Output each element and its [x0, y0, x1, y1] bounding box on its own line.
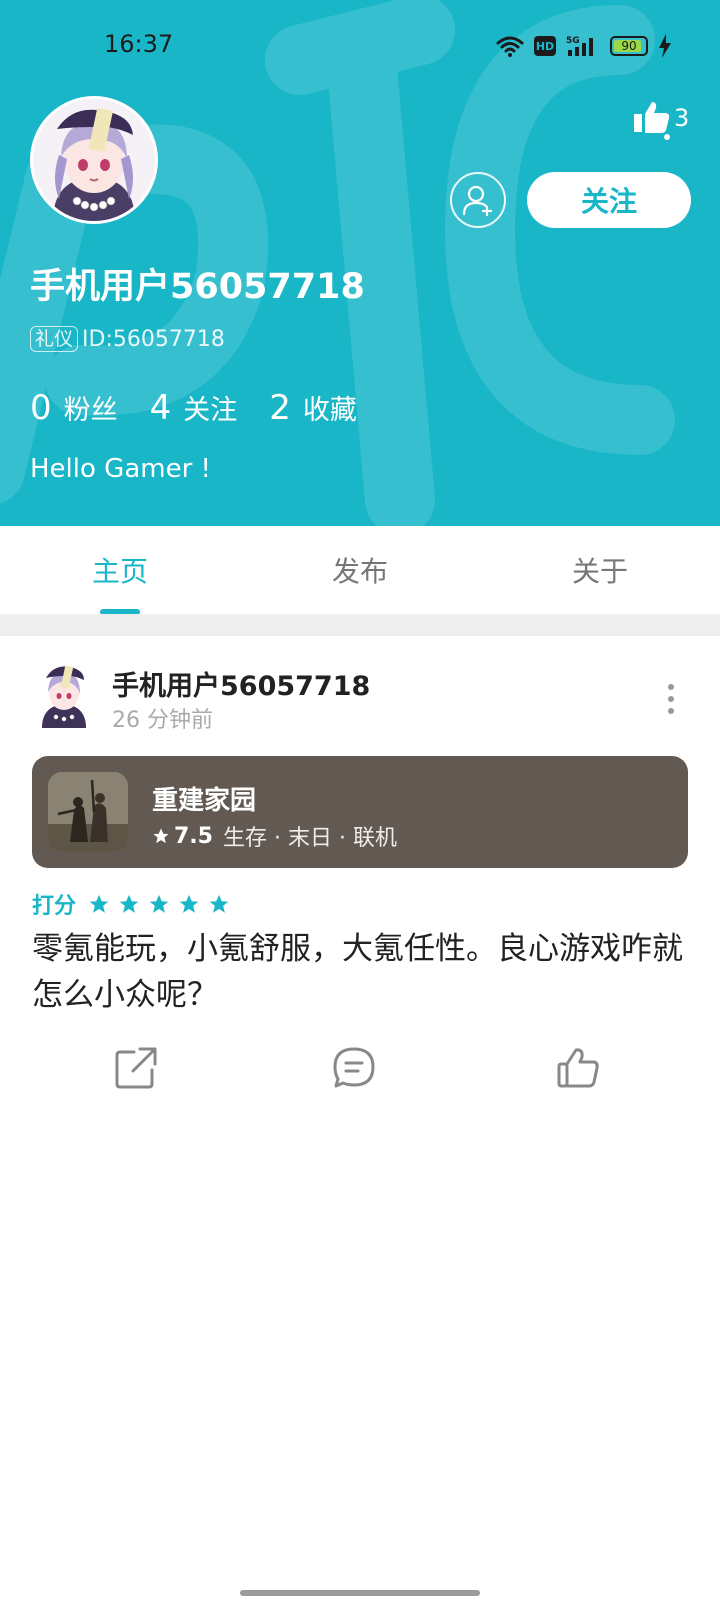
wifi-icon: [496, 36, 524, 57]
stat-following-value: 4: [149, 388, 172, 428]
home-indicator[interactable]: [240, 1590, 480, 1596]
more-options-icon[interactable]: [664, 684, 678, 714]
star-icon: [149, 894, 169, 913]
tab-about[interactable]: 关于: [480, 526, 720, 614]
profile-likes[interactable]: 3: [634, 100, 694, 146]
tab-home[interactable]: 主页: [0, 526, 240, 614]
post-author-name[interactable]: 手机用户56057718: [112, 664, 370, 703]
thumbs-up-icon: [634, 102, 670, 133]
add-user-icon: [462, 185, 493, 217]
profile-stats: 0 粉丝 4 关注 2 收藏: [30, 388, 357, 428]
game-cover-image: [48, 772, 128, 852]
post-avatar-illustration: [42, 665, 86, 728]
add-friend-button[interactable]: [450, 172, 506, 228]
game-tags: 生存 · 末日 · 联机: [222, 826, 397, 851]
follow-button[interactable]: 关注: [527, 172, 691, 228]
charging-icon: [659, 34, 671, 58]
game-meta: 7.5 生存 · 末日 · 联机: [152, 820, 397, 852]
tab-posts[interactable]: 发布: [240, 526, 480, 614]
stat-favorites[interactable]: 2 收藏: [269, 388, 357, 428]
stat-favorites-value: 2: [269, 388, 291, 428]
likes-count: 3: [674, 104, 690, 132]
avatar-illustration: [33, 99, 155, 221]
id-badge: 礼仪: [30, 326, 79, 352]
status-bar: 16:37 HD 5G 90: [0, 0, 720, 90]
profile-id-row: 礼仪 ID:56057718: [30, 326, 225, 352]
game-rating-value: 7.5: [174, 823, 213, 849]
star-icon: [209, 894, 229, 913]
profile-username: 手机用户56057718: [30, 267, 365, 307]
stat-following-label: 关注: [183, 395, 238, 426]
stat-fans[interactable]: 0 粉丝: [30, 388, 118, 428]
star-icon: [119, 894, 139, 913]
network-label: 5G: [566, 36, 580, 46]
post-text[interactable]: 零氪能玩，小氪舒服，大氪任性。良心游戏咋就怎么小众呢？: [32, 926, 692, 1018]
comment-icon[interactable]: [332, 1046, 376, 1090]
profile-bio: Hello Gamer !: [30, 454, 211, 484]
battery-icon: 90: [610, 36, 648, 56]
battery-level: 90: [621, 39, 637, 53]
signal-5g-icon: 5G: [566, 36, 593, 56]
status-icons: HD 5G 90: [496, 30, 672, 62]
stat-fans-value: 0: [30, 388, 52, 428]
stat-following[interactable]: 4 关注: [150, 388, 238, 428]
share-icon[interactable]: [114, 1046, 158, 1090]
status-time: 16:37: [104, 30, 174, 58]
post-rating: 打分: [32, 888, 230, 920]
star-icon: [89, 894, 109, 913]
rating-label: 打分: [32, 894, 77, 919]
stat-fans-label: 粉丝: [63, 395, 118, 426]
post-time: 26 分钟前: [112, 708, 213, 733]
game-card[interactable]: 重建家园 7.5 生存 · 末日 · 联机: [32, 756, 688, 868]
game-rating: 7.5: [152, 824, 213, 849]
profile-tabs: 主页 发布 关于: [0, 526, 720, 614]
section-divider: [0, 614, 720, 636]
star-icon: [179, 894, 199, 913]
profile-avatar[interactable]: [30, 96, 158, 224]
hd-icon: HD: [534, 36, 556, 56]
star-icon: [153, 828, 169, 844]
stat-favorites-label: 收藏: [302, 395, 357, 426]
profile-header: 16:37 HD 5G 90 3 关注 手机用户56057718 礼仪 ID:5…: [0, 0, 720, 526]
profile-id: ID:56057718: [82, 326, 225, 352]
like-dot: [664, 134, 670, 140]
like-icon[interactable]: [556, 1046, 600, 1090]
game-title: 重建家园: [152, 786, 257, 816]
post-author-avatar[interactable]: [36, 662, 92, 728]
